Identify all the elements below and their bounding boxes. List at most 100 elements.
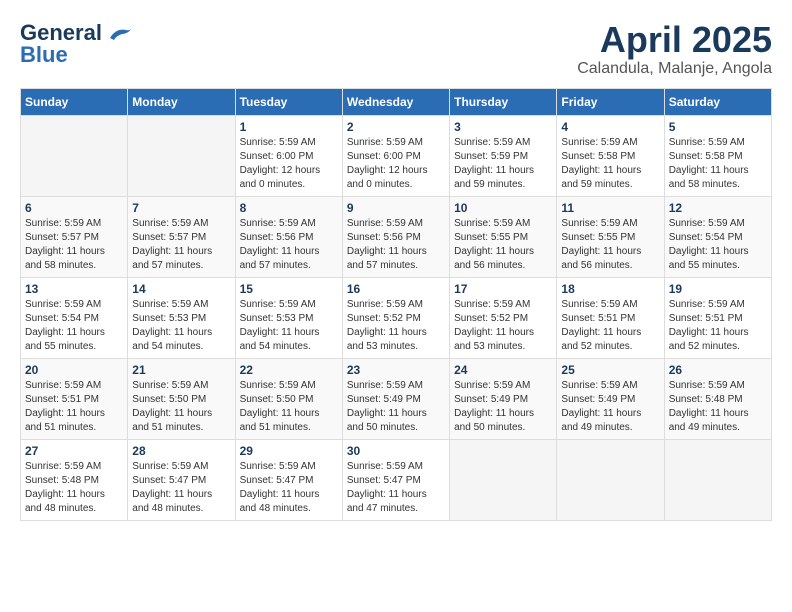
day-info: Sunrise: 5:59 AM Sunset: 5:49 PM Dayligh… [347, 379, 445, 435]
day-number: 14 [132, 282, 230, 296]
day-number: 12 [669, 201, 767, 215]
day-info: Sunrise: 5:59 AM Sunset: 5:56 PM Dayligh… [240, 217, 338, 273]
calendar-cell: 24Sunrise: 5:59 AM Sunset: 5:49 PM Dayli… [450, 358, 557, 439]
day-number: 16 [347, 282, 445, 296]
day-number: 10 [454, 201, 552, 215]
day-info: Sunrise: 5:59 AM Sunset: 5:59 PM Dayligh… [454, 136, 552, 192]
page-header: General Blue April 2025 Calandula, Malan… [20, 20, 772, 78]
title-area: April 2025 Calandula, Malanje, Angola [577, 20, 772, 78]
calendar-cell: 2 Sunrise: 5:59 AM Sunset: 6:00 PM Daylig… [342, 115, 449, 196]
calendar-cell: 4 Sunrise: 5:59 AM Sunset: 5:58 PM Daylig… [557, 115, 664, 196]
day-info: Sunrise: 5:59 AM Sunset: 5:47 PM Dayligh… [347, 460, 445, 516]
weekday-header: Monday [128, 88, 235, 115]
day-number: 29 [240, 444, 338, 458]
day-number: 7 [132, 201, 230, 215]
calendar-cell [664, 439, 771, 520]
day-info: Sunrise: 5:59 AM Sunset: 5:49 PM Dayligh… [561, 379, 659, 435]
day-number: 22 [240, 363, 338, 377]
calendar-cell: 14Sunrise: 5:59 AM Sunset: 5:53 PM Dayli… [128, 277, 235, 358]
day-info: Sunrise: 5:59 AM Sunset: 5:48 PM Dayligh… [669, 379, 767, 435]
day-info: Sunrise: 5:59 AM Sunset: 5:51 PM Dayligh… [25, 379, 123, 435]
calendar-cell: 22 Sunrise: 5:59 AM Sunset: 5:50 PM Dayli… [235, 358, 342, 439]
calendar-cell: 10 Sunrise: 5:59 AM Sunset: 5:55 PM Dayli… [450, 196, 557, 277]
day-info: Sunrise: 5:59 AM Sunset: 5:54 PM Dayligh… [25, 298, 123, 354]
calendar-week-row: 13 Sunrise: 5:59 AM Sunset: 5:54 PM Dayli… [21, 277, 772, 358]
calendar-cell [557, 439, 664, 520]
calendar-cell: 17Sunrise: 5:59 AM Sunset: 5:52 PM Dayli… [450, 277, 557, 358]
day-info: Sunrise: 5:59 AM Sunset: 5:58 PM Dayligh… [669, 136, 767, 192]
day-number: 28 [132, 444, 230, 458]
day-info: Sunrise: 5:59 AM Sunset: 5:57 PM Dayligh… [25, 217, 123, 273]
calendar-cell: 8 Sunrise: 5:59 AM Sunset: 5:56 PM Daylig… [235, 196, 342, 277]
calendar-cell: 27 Sunrise: 5:59 AM Sunset: 5:48 PM Dayli… [21, 439, 128, 520]
day-number: 5 [669, 120, 767, 134]
calendar-week-row: 20 Sunrise: 5:59 AM Sunset: 5:51 PM Dayli… [21, 358, 772, 439]
day-info: Sunrise: 5:59 AM Sunset: 5:58 PM Dayligh… [561, 136, 659, 192]
day-info: Sunrise: 5:59 AM Sunset: 5:53 PM Dayligh… [240, 298, 338, 354]
calendar-cell: 6 Sunrise: 5:59 AM Sunset: 5:57 PM Daylig… [21, 196, 128, 277]
weekday-header: Sunday [21, 88, 128, 115]
logo: General Blue [20, 20, 134, 68]
day-info: Sunrise: 5:59 AM Sunset: 5:47 PM Dayligh… [240, 460, 338, 516]
day-info: Sunrise: 5:59 AM Sunset: 5:49 PM Dayligh… [454, 379, 552, 435]
weekday-header: Thursday [450, 88, 557, 115]
day-number: 15 [240, 282, 338, 296]
day-info: Sunrise: 5:59 AM Sunset: 5:52 PM Dayligh… [454, 298, 552, 354]
calendar-cell: 20 Sunrise: 5:59 AM Sunset: 5:51 PM Dayli… [21, 358, 128, 439]
day-info: Sunrise: 5:59 AM Sunset: 5:56 PM Dayligh… [347, 217, 445, 273]
day-number: 23 [347, 363, 445, 377]
day-info: Sunrise: 5:59 AM Sunset: 6:00 PM Dayligh… [240, 136, 338, 192]
day-number: 27 [25, 444, 123, 458]
calendar-cell: 18Sunrise: 5:59 AM Sunset: 5:51 PM Dayli… [557, 277, 664, 358]
logo-blue: Blue [20, 42, 68, 68]
day-number: 20 [25, 363, 123, 377]
calendar-cell [450, 439, 557, 520]
logo-bird-icon [106, 24, 134, 42]
day-number: 19 [669, 282, 767, 296]
calendar-cell: 21Sunrise: 5:59 AM Sunset: 5:50 PM Dayli… [128, 358, 235, 439]
calendar-week-row: 27 Sunrise: 5:59 AM Sunset: 5:48 PM Dayli… [21, 439, 772, 520]
day-info: Sunrise: 5:59 AM Sunset: 5:54 PM Dayligh… [669, 217, 767, 273]
day-info: Sunrise: 5:59 AM Sunset: 5:50 PM Dayligh… [240, 379, 338, 435]
day-info: Sunrise: 5:59 AM Sunset: 6:00 PM Dayligh… [347, 136, 445, 192]
calendar-week-row: 6 Sunrise: 5:59 AM Sunset: 5:57 PM Daylig… [21, 196, 772, 277]
day-number: 6 [25, 201, 123, 215]
day-number: 30 [347, 444, 445, 458]
day-info: Sunrise: 5:59 AM Sunset: 5:55 PM Dayligh… [454, 217, 552, 273]
calendar-header-row: SundayMondayTuesdayWednesdayThursdayFrid… [21, 88, 772, 115]
day-info: Sunrise: 5:59 AM Sunset: 5:48 PM Dayligh… [25, 460, 123, 516]
day-info: Sunrise: 5:59 AM Sunset: 5:47 PM Dayligh… [132, 460, 230, 516]
day-number: 8 [240, 201, 338, 215]
weekday-header: Tuesday [235, 88, 342, 115]
calendar-cell: 30 Sunrise: 5:59 AM Sunset: 5:47 PM Dayli… [342, 439, 449, 520]
day-info: Sunrise: 5:59 AM Sunset: 5:51 PM Dayligh… [561, 298, 659, 354]
day-number: 3 [454, 120, 552, 134]
calendar-cell [128, 115, 235, 196]
day-number: 21 [132, 363, 230, 377]
calendar-week-row: 1Sunrise: 5:59 AM Sunset: 6:00 PM Daylig… [21, 115, 772, 196]
calendar-cell: 12 Sunrise: 5:59 AM Sunset: 5:54 PM Dayli… [664, 196, 771, 277]
day-info: Sunrise: 5:59 AM Sunset: 5:55 PM Dayligh… [561, 217, 659, 273]
month-title: April 2025 [577, 20, 772, 60]
calendar-cell: 19 Sunrise: 5:59 AM Sunset: 5:51 PM Dayli… [664, 277, 771, 358]
day-info: Sunrise: 5:59 AM Sunset: 5:52 PM Dayligh… [347, 298, 445, 354]
day-number: 2 [347, 120, 445, 134]
calendar-cell: 16 Sunrise: 5:59 AM Sunset: 5:52 PM Dayli… [342, 277, 449, 358]
calendar-cell: 15 Sunrise: 5:59 AM Sunset: 5:53 PM Dayli… [235, 277, 342, 358]
day-number: 11 [561, 201, 659, 215]
weekday-header: Saturday [664, 88, 771, 115]
day-number: 13 [25, 282, 123, 296]
calendar-cell: 5 Sunrise: 5:59 AM Sunset: 5:58 PM Daylig… [664, 115, 771, 196]
location-title: Calandula, Malanje, Angola [577, 60, 772, 78]
day-info: Sunrise: 5:59 AM Sunset: 5:57 PM Dayligh… [132, 217, 230, 273]
weekday-header: Friday [557, 88, 664, 115]
calendar-cell: 9Sunrise: 5:59 AM Sunset: 5:56 PM Daylig… [342, 196, 449, 277]
day-info: Sunrise: 5:59 AM Sunset: 5:51 PM Dayligh… [669, 298, 767, 354]
calendar-cell: 1Sunrise: 5:59 AM Sunset: 6:00 PM Daylig… [235, 115, 342, 196]
calendar-cell: 7 Sunrise: 5:59 AM Sunset: 5:57 PM Daylig… [128, 196, 235, 277]
calendar-cell: 29 Sunrise: 5:59 AM Sunset: 5:47 PM Dayli… [235, 439, 342, 520]
calendar-cell [21, 115, 128, 196]
calendar-cell: 13 Sunrise: 5:59 AM Sunset: 5:54 PM Dayli… [21, 277, 128, 358]
day-number: 4 [561, 120, 659, 134]
weekday-header: Wednesday [342, 88, 449, 115]
